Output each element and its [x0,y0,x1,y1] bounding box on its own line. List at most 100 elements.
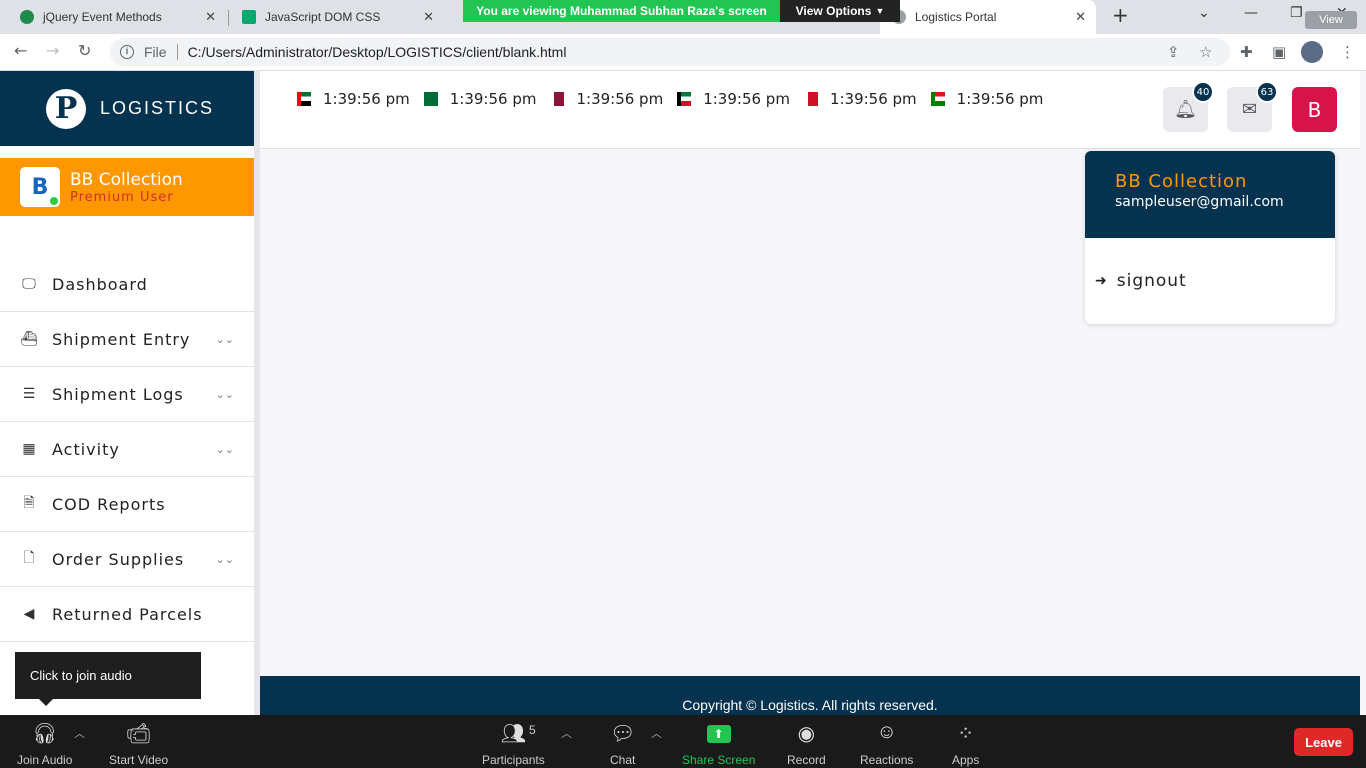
sidebar-item-shipment-logs[interactable]: ☰ Shipment Logs ⌄⌄ [0,367,254,422]
minimize-icon[interactable]: — [1244,5,1258,21]
user-role: Premium User [70,189,174,205]
messages-button[interactable]: ✉ 63 [1227,81,1278,132]
close-icon[interactable]: ✕ [423,9,434,25]
ship-icon: ⛴ [20,331,38,347]
shield-icon [20,10,34,24]
footer: Copyright © Logistics. All rights reserv… [260,676,1360,715]
share-icon[interactable]: ⇪ [1167,43,1180,61]
chevron-down-icon[interactable]: ⌄ [1198,5,1210,21]
participants-count: 5 [529,723,536,737]
profile-dropdown: BB Collection sampleuser@gmail.com ➜ sig… [1085,151,1335,324]
restore-icon[interactable]: ❐ [1290,5,1303,21]
sidebar-item-label: Dashboard [52,274,148,294]
monitor-icon: 🖵 [22,276,36,292]
chat-label: Chat [610,753,636,767]
view-options-label: View Options [795,4,872,18]
chat-button[interactable]: 💬︎ Chat [610,721,635,767]
view-options-button[interactable]: View Options ▼ [780,0,900,22]
join-audio-tooltip[interactable]: Click to join audio [15,652,201,706]
side-panel-icon[interactable]: ▣ [1272,43,1286,61]
clock-saudi-arabia: 1:39:56 pm [423,90,536,108]
sidebar-item-label: COD Reports [52,494,166,514]
chevron-down-icon[interactable]: ⌄⌄ [216,553,234,566]
signout-link[interactable]: ➜ signout [1095,271,1187,291]
headphones-icon: 🎧︎ [32,723,58,745]
close-icon[interactable]: ✕ [1075,9,1086,25]
record-label: Record [787,753,826,767]
sidebar-item-dashboard[interactable]: 🖵 Dashboard [0,257,254,312]
sidebar-item-returned-parcels[interactable]: ◀ Returned Parcels [0,587,254,642]
tab-title: jQuery Event Methods [43,10,162,24]
join-audio-button[interactable]: 🎧︎ Join Audio [17,721,72,767]
envelope-icon: ✉ [1241,99,1258,120]
tooltip-text: Click to join audio [30,668,132,683]
chevron-down-icon[interactable]: ⌄⌄ [216,388,234,401]
extensions-icon[interactable]: ✚ [1240,43,1253,61]
flag-kuwait-icon [677,92,692,106]
arrow-left-circle-icon: ◀ [23,606,35,622]
start-video-button[interactable]: 📹︎ Start Video [109,721,168,767]
menu-dots-icon[interactable]: ⋮ [1340,43,1355,61]
chevron-up-icon[interactable]: ︿ [74,725,85,741]
file-icon: 🗋 [23,550,35,566]
top-bar: 1:39:56 pm 1:39:56 pm 1:39:56 pm 1:39:56 pm… [260,71,1360,149]
pdf-file-icon: 🗎 [23,495,35,511]
sidebar-item-label: Order Supplies [52,549,185,569]
close-icon[interactable]: ✕ [205,9,216,25]
brand-header[interactable]: P LOGISTICS [0,71,254,146]
dropdown-header: BB Collection sampleuser@gmail.com [1085,151,1335,238]
new-tab-icon[interactable]: + [1112,3,1129,27]
chevron-down-icon: ▼ [875,6,885,16]
file-label: File [144,44,167,60]
dropdown-user-name: BB Collection [1115,171,1248,192]
chevron-down-icon[interactable]: ⌄⌄ [216,333,234,346]
share-screen-icon: ⬆ [706,725,731,743]
avatar[interactable] [1301,41,1323,63]
notification-count-badge: 40 [1192,81,1214,103]
url-field[interactable]: i File C:/Users/Administrator/Desktop/LO… [110,38,1230,66]
url-text[interactable]: C:/Users/Administrator/Desktop/LOGISTICS… [188,44,567,60]
profile-avatar-button[interactable]: B [1292,87,1337,132]
address-bar: ← → ↻ i File C:/Users/Administrator/Desk… [0,34,1366,71]
apps-button[interactable]: ⁘ Apps [952,721,979,767]
join-audio-label: Join Audio [17,753,73,767]
sidebar-item-label: Shipment Entry [52,329,191,349]
tab-title: Logistics Portal [915,10,997,24]
tab-javascript-dom-css[interactable]: JavaScript DOM CSS ✕ [230,0,444,34]
tab-jquery-event-methods[interactable]: jQuery Event Methods ✕ [8,0,226,34]
info-icon[interactable]: i [120,45,134,59]
signout-label: signout [1116,271,1187,291]
sidebar-scrollbar[interactable] [254,71,260,715]
reload-icon[interactable]: ↻ [78,41,91,60]
sidebar-item-order-supplies[interactable]: 🗋 Order Supplies ⌄⌄ [0,532,254,587]
forward-icon[interactable]: → [46,41,59,60]
chevron-up-icon[interactable]: ︿ [561,725,572,741]
user-name: BB Collection [70,169,183,190]
back-icon[interactable]: ← [14,41,27,60]
message-count-badge: 63 [1256,81,1278,103]
chevron-up-icon[interactable]: ︿ [651,725,662,741]
record-icon: ◉ [797,723,816,745]
flag-qatar-icon [550,92,565,106]
chevron-down-icon[interactable]: ⌄⌄ [216,443,234,456]
leave-button[interactable]: Leave [1294,728,1353,756]
sidebar-item-shipment-entry[interactable]: ⛴ Shipment Entry ⌄⌄ [0,312,254,367]
clock-time: 1:39:56 pm [323,90,410,108]
star-icon[interactable]: ☆ [1199,43,1212,61]
clock-kuwait: 1:39:56 pm [677,90,790,108]
sidebar-item-cod-reports[interactable]: 🗎 COD Reports [0,477,254,532]
sidebar-item-activity[interactable]: ▦ Activity ⌄⌄ [0,422,254,477]
sidebar-item-label: Shipment Logs [52,384,184,404]
start-video-label: Start Video [109,753,169,767]
apps-icon: ⁘ [957,723,975,745]
share-screen-button[interactable]: ⬆ Share Screen [682,721,755,767]
user-card[interactable]: B BB Collection Premium User [0,158,254,216]
reactions-button[interactable]: ☺ Reactions [860,721,913,767]
view-chip[interactable]: View [1305,11,1357,29]
notifications-button[interactable]: 🔔︎ 40 [1163,81,1214,132]
chat-bubble-icon: 💬︎ [610,723,636,745]
record-button[interactable]: ◉ Record [787,721,826,767]
tab-logistics-portal[interactable]: Logistics Portal ✕ [880,0,1096,34]
participants-icon: 👥︎ [500,723,527,745]
clock-qatar: 1:39:56 pm [550,90,663,108]
